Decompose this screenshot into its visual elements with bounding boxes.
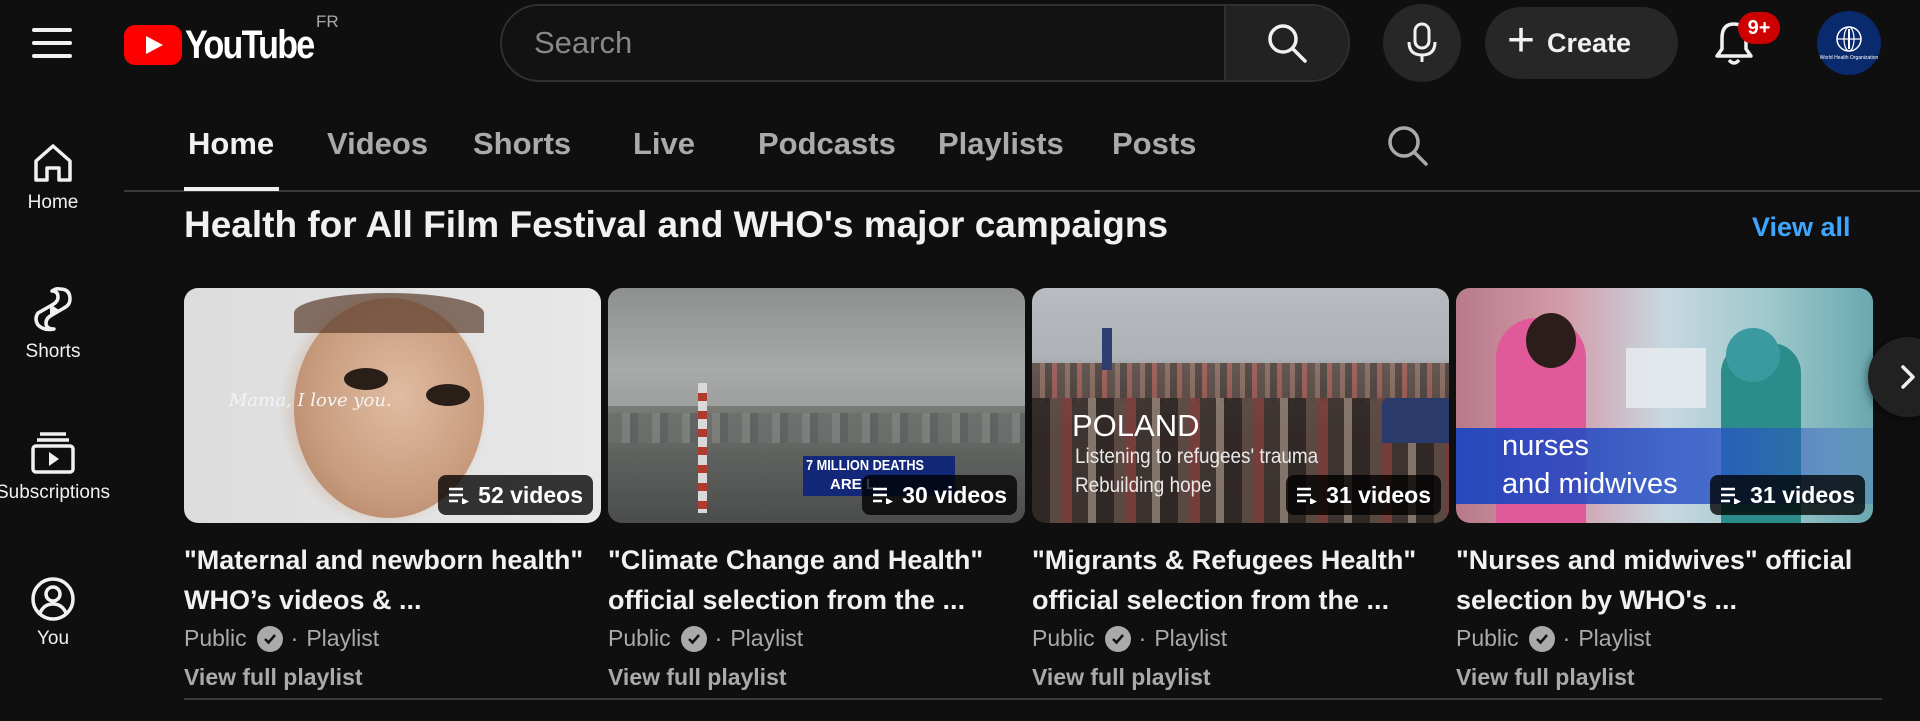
create-button[interactable]: + Create: [1485, 7, 1678, 79]
notification-badge: 9+: [1738, 12, 1780, 44]
sidebar-item-label: Subscriptions: [0, 482, 111, 503]
active-tab-indicator: [184, 187, 279, 191]
thumbnail-caption: Rebuilding hope: [1075, 474, 1212, 497]
playlist-type: Playlist: [1578, 625, 1652, 651]
thumbnail-caption: nurses: [1502, 430, 1590, 462]
meta-separator: ·: [1138, 625, 1147, 651]
playlist-meta: Public · Playlist: [184, 625, 379, 652]
next-arrow-button[interactable]: [1868, 337, 1920, 417]
sidebar-item-home[interactable]: Home: [0, 140, 106, 214]
channel-tabs: Home Videos Shorts Live Podcasts Playlis…: [124, 110, 1920, 192]
tab-playlists[interactable]: Playlists: [938, 126, 1064, 162]
search-icon: [1268, 24, 1307, 63]
search-box: [500, 4, 1350, 82]
view-full-playlist-link[interactable]: View full playlist: [184, 664, 363, 691]
verified-check-icon: [256, 625, 283, 652]
playlist-title[interactable]: "Climate Change and Health" official sel…: [608, 540, 1025, 620]
tab-home[interactable]: Home: [188, 126, 274, 162]
tab-videos[interactable]: Videos: [327, 126, 428, 162]
thumbnail-caption: and midwives: [1502, 468, 1678, 500]
youtube-play-icon: [124, 25, 182, 65]
create-label: Create: [1547, 27, 1632, 58]
playlist-title[interactable]: "Nurses and midwives" official selection…: [1456, 540, 1873, 620]
video-count: 52 videos: [478, 481, 583, 508]
sidebar-item-shorts[interactable]: Shorts: [0, 285, 106, 363]
playlist-icon: [873, 487, 894, 504]
playlist-thumbnail[interactable]: nurses and midwives 31 videos: [1456, 288, 1873, 523]
meta-separator: ·: [290, 625, 299, 651]
tab-podcasts[interactable]: Podcasts: [758, 126, 896, 162]
visibility-label: Public: [184, 625, 247, 651]
view-all-link[interactable]: View all: [1752, 212, 1851, 243]
youtube-logo[interactable]: YouTube: [124, 20, 336, 70]
verified-check-icon: [680, 625, 707, 652]
playlist-thumbnail[interactable]: Mama, I love you. 52 videos: [184, 288, 601, 523]
thumbnail-caption: Mama, I love you.: [229, 390, 392, 411]
shorts-icon: [34, 287, 72, 332]
playlist-title[interactable]: "Migrants & Refugees Health" official se…: [1032, 540, 1449, 620]
sidebar-item-label: Home: [27, 192, 79, 213]
playlist-icon: [1721, 487, 1742, 504]
visibility-label: Public: [608, 625, 671, 651]
verified-check-icon: [1528, 625, 1555, 652]
avatar[interactable]: World Health Organization: [1817, 11, 1881, 75]
verified-check-icon: [1104, 625, 1131, 652]
chevron-right-icon: [1901, 365, 1915, 389]
microphone-icon: [1407, 22, 1437, 62]
playlist-title[interactable]: "Maternal and newborn health" WHO’s vide…: [184, 540, 601, 620]
menu-icon[interactable]: [32, 28, 72, 58]
tab-posts[interactable]: Posts: [1112, 126, 1196, 162]
playlist-type: Playlist: [1154, 625, 1228, 651]
video-count-badge: 30 videos: [862, 475, 1017, 515]
video-count-badge: 31 videos: [1710, 475, 1865, 515]
channel-search-icon[interactable]: [1386, 124, 1430, 168]
playlist-type: Playlist: [730, 625, 804, 651]
playlist-icon: [449, 487, 470, 504]
search-input[interactable]: [502, 6, 1226, 80]
sidebar-item-you[interactable]: You: [0, 576, 106, 650]
subscriptions-icon: [31, 432, 75, 474]
country-code: FR: [316, 12, 339, 31]
playlist-meta: Public · Playlist: [1456, 625, 1651, 652]
sidebar-item-label: Shorts: [25, 341, 81, 362]
meta-separator: ·: [714, 625, 723, 651]
thumbnail-caption: Listening to refugees' trauma: [1075, 445, 1319, 468]
thumbnail-caption: POLAND: [1072, 408, 1200, 443]
visibility-label: Public: [1456, 625, 1519, 651]
shelf-divider: [184, 698, 1882, 700]
sidebar-item-label: You: [36, 628, 70, 649]
thumbnail-caption: 7 MILLION DEATHS: [806, 457, 925, 474]
home-icon: [34, 144, 72, 182]
avatar-text: World Health Organization: [1819, 55, 1879, 61]
logo-text: YouTube: [185, 22, 315, 67]
view-full-playlist-link[interactable]: View full playlist: [1456, 664, 1635, 691]
video-count: 31 videos: [1326, 481, 1431, 508]
playlist-meta: Public · Playlist: [608, 625, 803, 652]
account-icon: [31, 577, 75, 621]
view-full-playlist-link[interactable]: View full playlist: [608, 664, 787, 691]
meta-separator: ·: [1562, 625, 1571, 651]
playlist-thumbnail[interactable]: 7 MILLION DEATHS ARE L 30 videos: [608, 288, 1025, 523]
playlist-type: Playlist: [306, 625, 380, 651]
playlist-icon: [1297, 487, 1318, 504]
video-count-badge: 31 videos: [1286, 475, 1441, 515]
top-bar: YouTube FR + Create 9+: [0, 0, 1920, 88]
voice-search-button[interactable]: [1383, 4, 1461, 82]
playlist-thumbnail[interactable]: POLAND Listening to refugees' trauma Reb…: [1032, 288, 1449, 523]
tab-live[interactable]: Live: [633, 126, 695, 162]
video-count-badge: 52 videos: [438, 475, 593, 515]
who-emblem-icon: [1836, 26, 1862, 52]
shelf-title: Health for All Film Festival and WHO's m…: [184, 204, 1169, 245]
sidebar-item-subscriptions[interactable]: Subscriptions: [0, 430, 110, 504]
visibility-label: Public: [1032, 625, 1095, 651]
search-button[interactable]: [1224, 6, 1348, 80]
playlist-meta: Public · Playlist: [1032, 625, 1227, 652]
plus-icon: +: [1507, 14, 1536, 67]
video-count: 31 videos: [1750, 481, 1855, 508]
view-full-playlist-link[interactable]: View full playlist: [1032, 664, 1211, 691]
tab-shorts[interactable]: Shorts: [473, 126, 571, 162]
video-count: 30 videos: [902, 481, 1007, 508]
